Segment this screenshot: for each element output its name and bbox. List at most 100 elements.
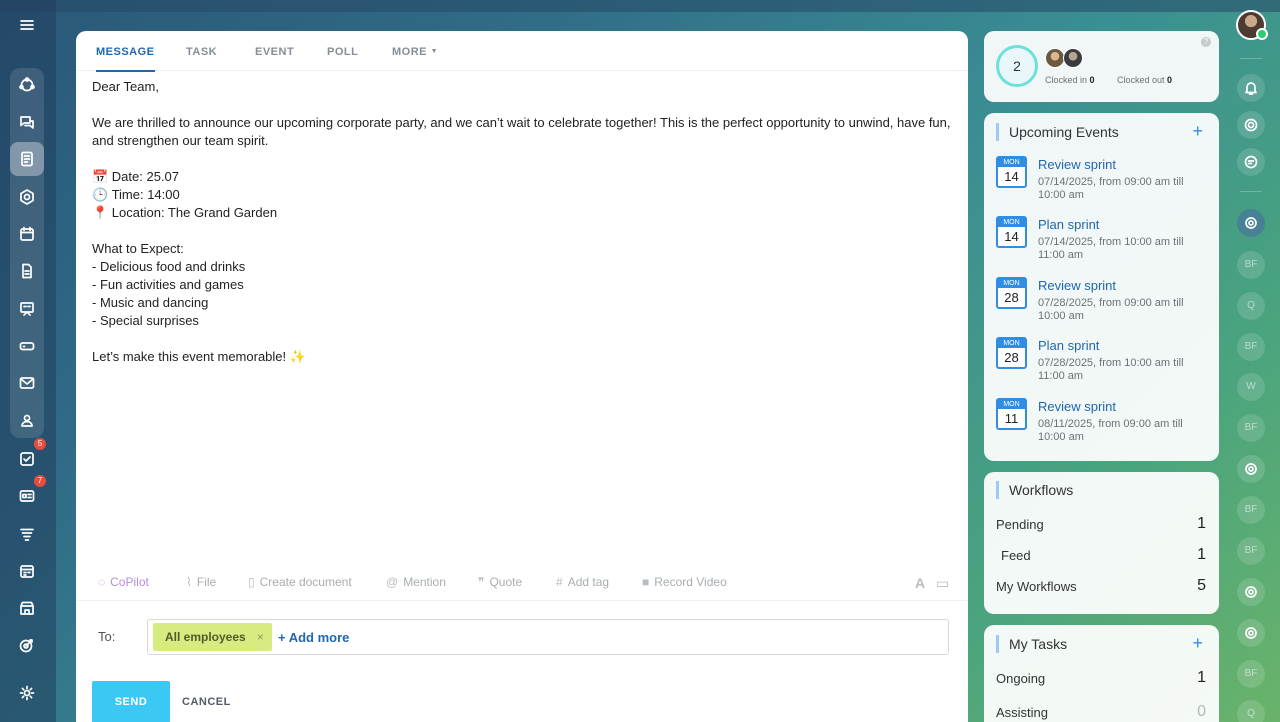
clocked-in: Clocked in 0 xyxy=(1045,75,1095,85)
recent-chat-avatar[interactable]: W xyxy=(1237,373,1265,401)
mail-icon[interactable] xyxy=(10,366,44,400)
left-nav: 5 7 xyxy=(0,0,56,722)
settings-icon[interactable] xyxy=(10,676,44,710)
tab-poll[interactable]: POLL xyxy=(327,46,358,58)
tab-message[interactable]: MESSAGE xyxy=(96,46,155,72)
toggle-toolbar-button[interactable]: ▭ xyxy=(936,575,949,592)
add-more-link[interactable]: + Add more xyxy=(278,630,349,645)
add-task-button[interactable]: + xyxy=(1192,634,1203,652)
calendar-date-icon: MON 28 xyxy=(996,337,1027,369)
event-item[interactable]: MON 28 Plan sprint 07/28/2025, from 10:00… xyxy=(996,337,1211,389)
event-item[interactable]: MON 28 Review sprint 07/28/2025, from 09:… xyxy=(996,277,1211,329)
create-document-button[interactable]: ▯ Create document xyxy=(248,575,352,589)
message-line: 📅 Date: 25.07 xyxy=(92,169,180,184)
workflow-label: Feed xyxy=(1001,548,1031,563)
add-tag-button[interactable]: # Add tag xyxy=(556,575,609,589)
record-video-button[interactable]: ■ Record Video xyxy=(642,575,727,589)
feed-icon[interactable] xyxy=(10,142,44,176)
task-row[interactable]: Ongoing 1 xyxy=(996,669,1206,686)
recent-chat-avatar[interactable]: Q xyxy=(1237,700,1265,722)
send-button[interactable]: SEND xyxy=(92,681,170,722)
document-icon: ▯ xyxy=(248,575,255,589)
quote-label: Quote xyxy=(489,575,523,589)
event-title[interactable]: Review sprint xyxy=(1038,157,1116,172)
clocked-count[interactable]: 2 xyxy=(996,45,1038,87)
recent-chat-avatar[interactable]: BF xyxy=(1237,251,1265,279)
goals-icon[interactable] xyxy=(10,628,44,662)
recent-chat-avatar[interactable]: BF xyxy=(1237,660,1265,688)
record-video-label: Record Video xyxy=(654,575,727,589)
chat-icon[interactable] xyxy=(10,105,44,139)
message-line xyxy=(92,96,962,114)
calendar-date-icon: MON 14 xyxy=(996,156,1027,188)
message-line: Dear Team, xyxy=(92,79,159,94)
mention-label: Mention xyxy=(403,575,446,589)
event-day: 28 xyxy=(1004,350,1019,365)
menu-icon[interactable] xyxy=(10,8,44,42)
hash-icon: # xyxy=(556,575,563,589)
groups-icon[interactable] xyxy=(10,180,44,214)
user-avatar[interactable] xyxy=(1236,10,1268,40)
task-row[interactable]: Assisting 0 xyxy=(996,703,1206,720)
workflow-row[interactable]: Feed 1 xyxy=(1001,546,1206,563)
right-rail: BF Q BF W BF BF BF BF Q xyxy=(1232,0,1280,722)
message-editor[interactable]: Dear Team, We are thrilled to announce o… xyxy=(92,78,962,366)
divider xyxy=(1240,191,1262,192)
documents-icon[interactable] xyxy=(10,254,44,288)
copilot-button[interactable]: ◌ CoPilot xyxy=(98,575,149,589)
crm-funnel-icon[interactable] xyxy=(10,517,44,551)
workflow-label: Pending xyxy=(996,517,1044,532)
recent-chat-avatar[interactable]: BF xyxy=(1237,537,1265,565)
news-icon[interactable]: 7 xyxy=(10,475,46,513)
event-item[interactable]: MON 14 Plan sprint 07/14/2025, from 10:00… xyxy=(996,216,1211,268)
tab-more[interactable]: MORE ▼ xyxy=(392,46,438,58)
recent-chat-avatar[interactable]: BF xyxy=(1237,414,1265,442)
mention-button[interactable]: @ Mention xyxy=(386,575,446,589)
drive-icon[interactable] xyxy=(10,329,44,363)
recent-chat-avatar[interactable]: BF xyxy=(1237,496,1265,524)
copilot-chat-icon[interactable] xyxy=(1237,111,1265,139)
event-title[interactable]: Review sprint xyxy=(1038,278,1116,293)
clocked-out: Clocked out 0 xyxy=(1117,75,1172,85)
event-title[interactable]: Plan sprint xyxy=(1038,217,1099,232)
tab-event[interactable]: EVENT xyxy=(255,46,294,58)
recipients-field[interactable]: All employees × + Add more xyxy=(147,619,949,655)
recent-chat-avatar[interactable]: Q xyxy=(1237,292,1265,320)
recipient-chip[interactable]: All employees × xyxy=(153,623,272,651)
event-title[interactable]: Review sprint xyxy=(1038,399,1116,414)
event-item[interactable]: MON 11 Review sprint 08/11/2025, from 09:… xyxy=(996,398,1211,450)
text-format-button[interactable]: A xyxy=(915,575,925,591)
copilot-chat-icon[interactable] xyxy=(1237,455,1265,483)
collab-icon[interactable] xyxy=(10,68,44,102)
store-icon[interactable] xyxy=(10,591,44,625)
message-line: - Delicious food and drinks xyxy=(92,259,246,274)
tab-task[interactable]: TASK xyxy=(186,46,217,58)
planner-icon[interactable] xyxy=(10,554,44,588)
recent-chat-avatar[interactable]: BF xyxy=(1237,333,1265,361)
copilot-chat-icon[interactable] xyxy=(1237,578,1265,606)
avatar[interactable] xyxy=(1045,48,1065,68)
event-title[interactable]: Plan sprint xyxy=(1038,338,1099,353)
my-tasks-title: My Tasks xyxy=(996,635,1067,653)
workflow-row[interactable]: Pending 1 xyxy=(996,515,1206,532)
event-item[interactable]: MON 14 Review sprint 07/14/2025, from 09:… xyxy=(996,156,1211,208)
quote-button[interactable]: ❞ Quote xyxy=(478,575,522,589)
notifications-icon[interactable] xyxy=(1237,74,1265,102)
workflow-row[interactable]: My Workflows 5 xyxy=(996,577,1206,594)
create-document-label: Create document xyxy=(259,575,352,589)
messenger-icon[interactable] xyxy=(1237,148,1265,176)
calendar-icon[interactable] xyxy=(10,217,44,251)
cancel-button[interactable]: CANCEL xyxy=(182,696,231,708)
help-icon[interactable]: ? xyxy=(1201,37,1211,47)
boards-icon[interactable] xyxy=(10,292,44,326)
employees-icon[interactable] xyxy=(10,404,44,438)
avatar[interactable] xyxy=(1063,48,1083,68)
event-dow: MON xyxy=(998,158,1025,167)
add-event-button[interactable]: + xyxy=(1192,122,1203,140)
message-line: - Music and dancing xyxy=(92,295,209,310)
file-button[interactable]: ⌇ File xyxy=(186,575,216,589)
copilot-avatar-icon[interactable] xyxy=(1237,209,1265,237)
tasks-icon[interactable]: 5 xyxy=(10,438,46,476)
copilot-chat-icon[interactable] xyxy=(1237,619,1265,647)
remove-recipient-icon[interactable]: × xyxy=(257,623,264,651)
